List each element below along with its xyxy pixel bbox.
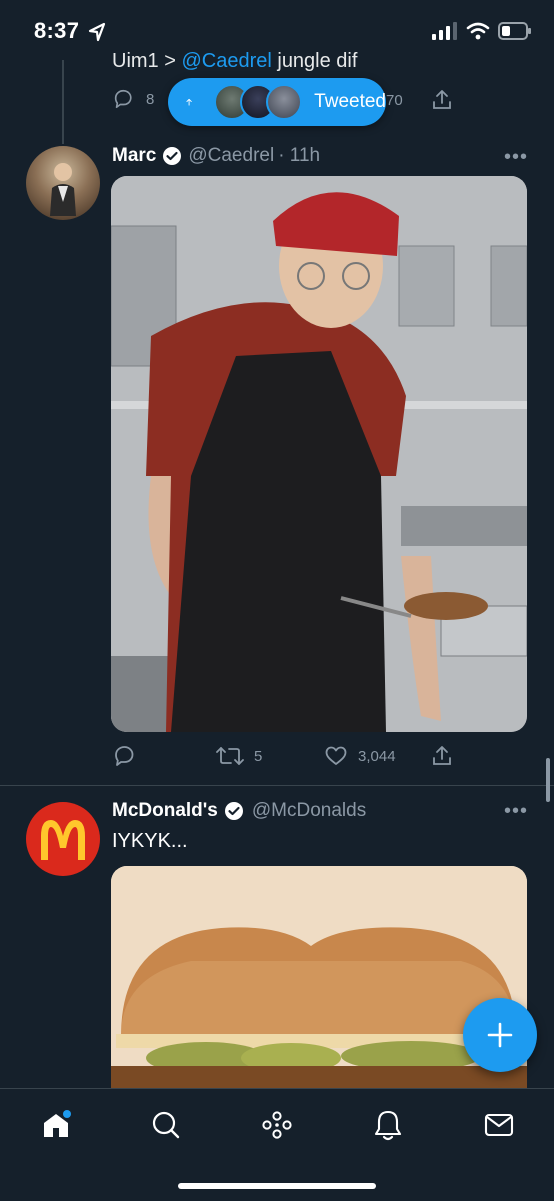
pill-avatars [214, 84, 303, 120]
prev-tweet-like-count: 70 [386, 92, 403, 109]
marc-avatar-figure [50, 163, 76, 216]
retweet-icon [216, 747, 244, 765]
nav-home[interactable] [38, 1107, 74, 1143]
home-icon [44, 1110, 71, 1137]
tweet1-like-button[interactable]: 3,044 [324, 744, 396, 768]
mcdonalds-avatar[interactable] [26, 802, 100, 876]
arrow-up-icon [186, 98, 192, 106]
scroll-indicator[interactable] [546, 758, 550, 802]
tweet1-retweet-count: 5 [254, 747, 263, 765]
tweet2-header: McDonald's @McDonalds [112, 800, 366, 822]
plus-icon [487, 1022, 513, 1048]
pill-label: Tweeted [314, 91, 386, 112]
tweet2-text: IYKYK... [112, 830, 188, 852]
reply-icon [114, 89, 132, 109]
tweet2-image-scene [111, 866, 527, 1096]
location-arrow-icon [88, 22, 106, 42]
nav-notifications[interactable] [370, 1107, 406, 1143]
wifi-icon [466, 22, 490, 40]
pill-avatar-3 [266, 84, 303, 120]
bell-icon [374, 1110, 402, 1141]
mail-icon [484, 1113, 514, 1137]
tweet1-header: Marc @Caedrel · 11h [112, 145, 320, 167]
heart-icon [325, 746, 347, 765]
tweet1-more-button[interactable]: ••• [504, 146, 528, 169]
tweet2-author-name[interactable]: McDonald's [112, 800, 218, 822]
prev-tweet-share-icon[interactable] [430, 88, 454, 112]
verified-badge-icon [163, 147, 182, 165]
prev-tweet-text: Uim1 > @Caedrel jungle dif [112, 50, 357, 73]
prev-tweet-reply-action[interactable]: 8 [112, 88, 154, 110]
spaces-icon [262, 1111, 292, 1139]
tweet1-handle[interactable]: @Caedrel [188, 145, 274, 167]
prev-tweet-mention[interactable]: @Caedrel [181, 50, 271, 72]
prev-tweet-reply-count: 8 [146, 90, 155, 108]
nav-spaces[interactable] [259, 1107, 295, 1143]
status-indicators [432, 22, 532, 40]
cellular-signal-icon [432, 22, 457, 40]
verified-badge-icon [224, 802, 243, 820]
tweet1-image[interactable] [111, 176, 527, 732]
tweet1-timestamp[interactable]: · 11h [278, 145, 320, 167]
nav-messages[interactable] [481, 1107, 517, 1143]
tweet2-image[interactable] [111, 866, 527, 1096]
compose-tweet-button[interactable] [463, 998, 537, 1072]
tweet1-retweet-button[interactable]: 5 [216, 744, 262, 768]
nav-search[interactable] [148, 1107, 184, 1143]
prev-tweet-text-end: jungle dif [271, 50, 358, 72]
tweet1-reply-button[interactable] [112, 744, 136, 768]
tweet1-image-scene [111, 176, 527, 732]
tweet1-like-count: 3,044 [358, 747, 396, 765]
status-time: 8:37 [34, 18, 80, 43]
search-icon [152, 1111, 180, 1139]
new-tweets-pill[interactable]: Tweeted [168, 78, 386, 126]
mcdonalds-logo-icon [41, 820, 85, 860]
prev-tweet-text-start: Uim1 > [112, 50, 182, 72]
home-indicator[interactable] [178, 1183, 376, 1189]
reply-icon [115, 746, 134, 766]
tweet2-more-button[interactable]: ••• [504, 800, 528, 823]
tweet1-share-icon[interactable] [430, 744, 454, 768]
marc-avatar[interactable] [26, 146, 100, 220]
battery-icon [498, 22, 531, 40]
thread-line [62, 60, 64, 144]
tweet1-author-name[interactable]: Marc [112, 145, 156, 167]
tweet2-handle[interactable]: @McDonalds [252, 800, 366, 822]
tweet-divider [0, 785, 554, 786]
